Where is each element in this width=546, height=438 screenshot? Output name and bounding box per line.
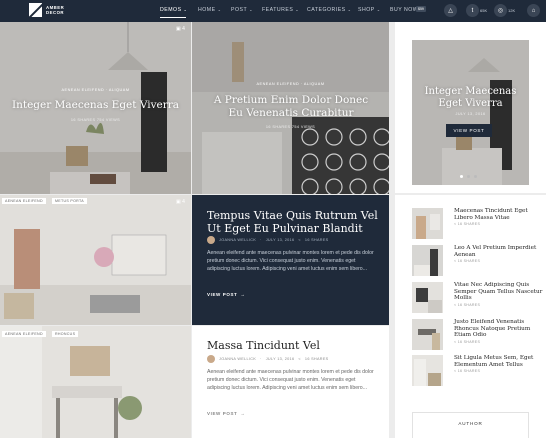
post-card: Tempus Vitae Quis Rutrum Vel Ut Eget Eu … — [192, 195, 389, 325]
slide-date: JULY 13, 2016 — [455, 112, 486, 116]
nav-item-buy-now[interactable]: BUY NOW — [390, 7, 418, 13]
share-count: 16 SHARES — [304, 357, 329, 361]
sidebar-post-title[interactable]: Justo Eleifend Venenatis Rhoncus Natoque… — [454, 319, 544, 339]
gallery-icon: ▣ 4 — [176, 199, 185, 205]
slide-view-post-button[interactable]: VIEW POST — [446, 124, 492, 137]
post-byline: JOANNA WELLICK · JULY 13, 2016 < 16 SHAR… — [207, 355, 329, 363]
author-name[interactable]: JOANNA WELLICK — [219, 357, 256, 361]
post-byline: JOANNA WELLICK · JULY 13, 2016 < 16 SHAR… — [207, 236, 329, 244]
slider-dot[interactable] — [474, 175, 477, 178]
instagram-count: 12K — [508, 8, 516, 13]
sidebar-post-item[interactable]: Sit Ligula Metus Sem, Eget Elementum Ame… — [412, 355, 533, 387]
triangle-icon[interactable]: △ — [444, 4, 457, 17]
category-tag[interactable]: RHONCUS — [52, 331, 79, 337]
sidebar-post-item[interactable]: Vitae Nec Adipiscing Quis Semper Quam Te… — [412, 282, 542, 314]
post-photo — [0, 195, 191, 325]
post-title[interactable]: Integer Maecenas Eget Viverra — [0, 99, 191, 112]
sidebar-post-title[interactable]: Sit Ligula Metus Sem, Eget Elementum Ame… — [454, 355, 544, 368]
sidebar-post-title[interactable]: Leo A Vel Pretium Imperdiet Aenean — [454, 245, 544, 258]
post-image-tile[interactable]: AENEAN ELEIFEND METUS PORTA ▣ 4 — [0, 195, 191, 325]
post-date: JULY 13, 2016 — [265, 357, 295, 361]
post-title[interactable]: Tempus Vitae Quis Rutrum Vel Ut Eget Eu … — [207, 209, 382, 235]
post-title[interactable]: Massa Tincidunt Vel — [207, 339, 382, 352]
slider-dot[interactable] — [467, 175, 470, 178]
sidebar-post-title[interactable]: Vitae Nec Adipiscing Quis Semper Quam Te… — [454, 282, 544, 302]
post-photo — [0, 326, 191, 438]
page: AMBER DECOR DEMOS ⌄ HOME ⌄ POST ⌄ FEATURES ⌄ … — [0, 0, 546, 438]
author-name[interactable]: JOANNA WELLICK — [219, 238, 256, 242]
featured-post-tile[interactable]: ▣ 4 AENEAN ELEIFEND · ALIQUAM Integer Ma… — [0, 22, 191, 194]
twitter-icon[interactable]: t — [466, 4, 479, 17]
logo-text: AMBER DECOR — [46, 5, 65, 15]
top-navigation: AMBER DECOR DEMOS ⌄ HOME ⌄ POST ⌄ FEATURES ⌄ … — [0, 0, 546, 22]
sidebar-post-item[interactable]: Leo A Vel Pretium Imperdiet Aenean < 16 … — [412, 245, 536, 277]
featured-post-tile[interactable]: AENEAN ELEIFEND · ALIQUAM A Pretium Enim… — [192, 22, 389, 194]
sidebar-post-item[interactable]: Maecenas Tincidunt Eget Libero Massa Vit… — [412, 208, 532, 240]
sidebar-post-thumbnail — [412, 355, 443, 386]
sidebar-post-thumbnail — [412, 282, 443, 313]
sidebar-post-thumbnail — [412, 245, 443, 276]
sidebar-post-title[interactable]: Maecenas Tincidunt Eget Libero Massa Vit… — [454, 208, 544, 221]
post-meta: 16 SHARES 754 VIEWS — [265, 125, 316, 129]
category-tag[interactable]: AENEAN ELEIFEND — [2, 198, 46, 204]
author-widget-heading: AUTHOR — [458, 421, 483, 426]
category-tag[interactable]: METUS PORTA — [52, 198, 87, 204]
buy-price-badge: $59 — [416, 6, 426, 12]
post-card: Massa Tincidunt Vel JOANNA WELLICK · JUL… — [192, 326, 389, 438]
category-tag[interactable]: AENEAN ELEIFEND — [2, 331, 46, 337]
sidebar-featured-slide[interactable]: Integer Maecenas Eget Viverra JULY 13, 2… — [412, 40, 529, 185]
slider-pagination — [460, 175, 477, 178]
sidebar-post-thumbnail — [412, 208, 443, 239]
nav-item-post[interactable]: POST ⌄ — [231, 7, 253, 13]
slide-title[interactable]: Integer Maecenas Eget Viverra — [418, 86, 523, 109]
gallery-icon: ▣ 4 — [176, 26, 185, 32]
post-title[interactable]: A Pretium Enim Dolor Donec Eu Venenatis … — [206, 94, 376, 119]
post-date: JULY 13, 2016 — [265, 238, 295, 242]
site-logo[interactable]: AMBER DECOR — [29, 3, 64, 17]
nav-item-shop[interactable]: SHOP ⌄ — [358, 7, 381, 13]
sidebar-post-shares: < 16 SHARES — [454, 303, 481, 307]
post-excerpt: Aenean eleifend ante maecenas pulvinar m… — [207, 369, 374, 391]
sidebar-post-item[interactable]: Justo Eleifend Venenatis Rhoncus Natoque… — [412, 319, 532, 351]
post-categories[interactable]: AENEAN ELEIFEND · ALIQUAM — [192, 82, 389, 86]
nav-item-features[interactable]: FEATURES ⌄ — [262, 7, 299, 13]
sidebar-post-shares: < 16 SHARES — [454, 222, 481, 226]
logo-mark-icon — [29, 3, 42, 17]
author-widget: AUTHOR — [412, 412, 529, 438]
instagram-icon[interactable]: ◎ — [494, 4, 507, 17]
nav-active-indicator — [160, 17, 186, 18]
sidebar-post-shares: < 16 SHARES — [454, 340, 481, 344]
slider-dot[interactable] — [460, 175, 463, 178]
sidebar-post-shares: < 16 SHARES — [454, 369, 481, 373]
author-avatar — [207, 355, 215, 363]
author-avatar — [207, 236, 215, 244]
sidebar-post-shares: < 16 SHARES — [454, 259, 481, 263]
shopping-bag-icon[interactable]: ⌂ — [527, 4, 540, 17]
view-post-link[interactable]: VIEW POST → — [207, 292, 246, 297]
post-categories[interactable]: AENEAN ELEIFEND · ALIQUAM — [0, 88, 191, 92]
nav-item-demos[interactable]: DEMOS ⌄ — [160, 7, 187, 13]
post-excerpt: Aenean eleifend ante maecenas pulvinar m… — [207, 250, 374, 272]
share-count: 16 SHARES — [304, 238, 329, 242]
view-post-link[interactable]: VIEW POST → — [207, 411, 246, 416]
nav-item-categories[interactable]: CATEGORIES ⌄ — [307, 7, 352, 13]
post-meta: 16 SHARES 754 VIEWS — [70, 118, 121, 122]
nav-item-home[interactable]: HOME ⌄ — [198, 7, 221, 13]
twitter-count: 65K — [480, 8, 488, 13]
sidebar-post-thumbnail — [412, 319, 443, 350]
post-image-tile[interactable]: AENEAN ELEIFEND RHONCUS — [0, 326, 191, 438]
